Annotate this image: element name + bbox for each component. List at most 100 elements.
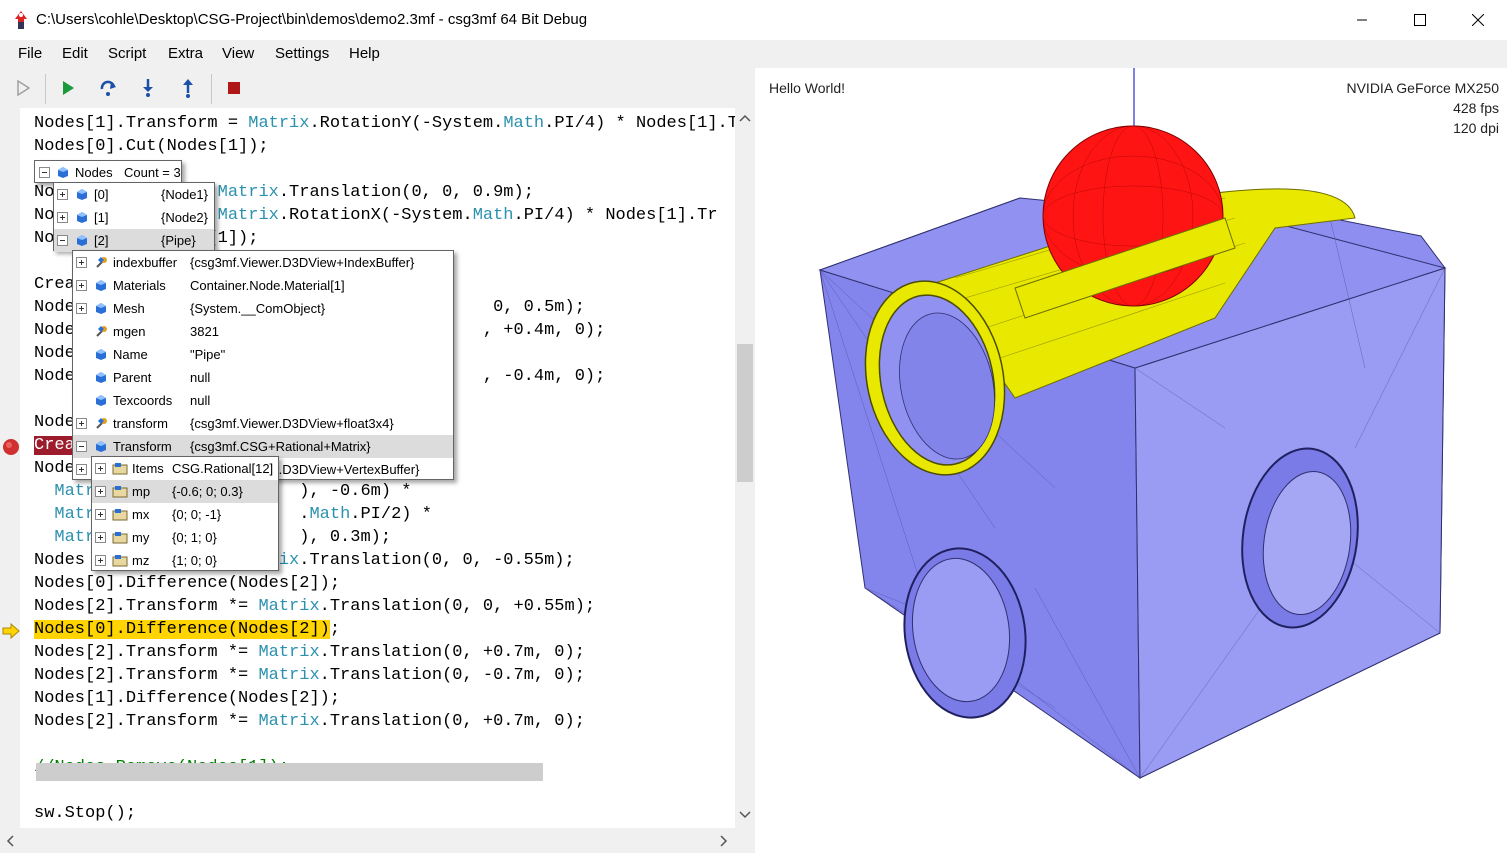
debug-row-node-item[interactable]: [0] {Node1} — [54, 183, 214, 206]
expand-icon[interactable] — [76, 303, 87, 314]
expand-icon[interactable] — [95, 463, 106, 474]
code-token: Math — [309, 505, 351, 524]
expand-icon[interactable] — [57, 189, 68, 200]
field-icon — [112, 532, 128, 544]
code-line[interactable]: Node — [34, 342, 75, 365]
scroll-up-icon[interactable] — [739, 114, 751, 122]
minimize-button[interactable] — [1333, 0, 1391, 40]
debug-tooltip-matrix[interactable]: Items CSG.Rational[12] mp {-0.6; 0; 0.3} mx {… — [91, 456, 279, 571]
debug-row-matrix[interactable]: mz {1; 0; 0} — [92, 549, 278, 572]
debug-name: mgen — [113, 324, 146, 339]
horizontal-scroll-thumb[interactable] — [36, 763, 543, 781]
debug-value: Container.Node.Material[1] — [190, 278, 345, 293]
scroll-right-icon[interactable] — [720, 835, 728, 847]
code-token: .PI/4) * Nodes[1].Tr — [544, 114, 735, 133]
debug-tooltip-nodes[interactable]: Nodes Count = 3 — [34, 160, 182, 183]
debug-row-member[interactable]: Transform {csg3mf.CSG+Rational+Matrix} — [73, 435, 453, 458]
menu-script[interactable]: Script — [108, 45, 146, 62]
menu-view[interactable]: View — [222, 45, 254, 62]
expand-icon[interactable] — [95, 532, 106, 543]
code-line[interactable]: Nodes[1].Transform = Matrix.RotationY(-S… — [34, 112, 735, 135]
viewport-3d[interactable]: Hello World! NVIDIA GeForce MX250 428 fp… — [755, 68, 1507, 853]
expand-icon[interactable] — [76, 257, 87, 268]
step-out-button[interactable] — [177, 77, 199, 99]
field-icon — [112, 463, 128, 475]
collapse-icon[interactable] — [57, 235, 68, 246]
code-line[interactable]: sw.Stop(); — [34, 802, 136, 825]
code-line[interactable]: Node — [34, 411, 75, 434]
debug-row-matrix[interactable]: mx {0; 0; -1} — [92, 503, 278, 526]
debug-tooltip-items[interactable]: [0] {Node1} [1] {Node2} [2] {Pipe} — [53, 182, 215, 252]
code-line[interactable]: Crea — [34, 273, 75, 296]
debug-row-member[interactable]: Name "Pipe" — [73, 343, 453, 366]
code-line[interactable]: Node — [34, 457, 75, 480]
code-line[interactable]: Nodes[0].Cut(Nodes[1]); — [34, 135, 269, 158]
debug-name: [2] — [94, 233, 109, 248]
debug-row-member[interactable]: Mesh {System.__ComObject} — [73, 297, 453, 320]
expand-icon[interactable] — [95, 509, 106, 520]
debug-row-matrix[interactable]: my {0; 1; 0} — [92, 526, 278, 549]
play-disabled-icon — [17, 80, 30, 96]
debug-row-member[interactable]: Parent null — [73, 366, 453, 389]
menu-file[interactable]: File — [18, 45, 42, 62]
run-icon — [63, 81, 74, 95]
step-into-button[interactable] — [137, 77, 159, 99]
debug-row-member[interactable]: mgen 3821 — [73, 320, 453, 343]
maximize-button[interactable] — [1391, 0, 1449, 40]
step-out-icon — [183, 79, 193, 98]
code-line[interactable]: Nodes[2].Transform *= Matrix.Translation… — [34, 664, 585, 687]
menu-extra[interactable]: Extra — [168, 45, 203, 62]
debug-row-node-item[interactable]: [1] {Node2} — [54, 206, 214, 229]
menu-bar: File Edit Script Extra View Settings Hel… — [0, 40, 1507, 68]
code-line[interactable]: Nodes[0].Difference(Nodes[2]); — [34, 618, 340, 641]
close-button[interactable] — [1449, 0, 1507, 40]
menu-edit[interactable]: Edit — [62, 45, 88, 62]
scroll-left-icon[interactable] — [6, 835, 14, 847]
step-over-button[interactable] — [97, 77, 119, 99]
expand-icon[interactable] — [76, 464, 87, 475]
debug-row-matrix[interactable]: Items CSG.Rational[12] — [92, 457, 278, 480]
expand-icon[interactable] — [95, 486, 106, 497]
code-line[interactable]: Nodes[1].Difference(Nodes[2]); — [34, 687, 340, 710]
expand-icon[interactable] — [95, 555, 106, 566]
code-line[interactable]: Nodes[0].Difference(Nodes[2]); — [34, 572, 340, 595]
expand-icon[interactable] — [76, 280, 87, 291]
collapse-icon[interactable] — [76, 441, 87, 452]
debug-row-nodes[interactable]: Nodes Count = 3 — [35, 161, 181, 184]
menu-settings[interactable]: Settings — [275, 45, 329, 62]
expand-icon[interactable] — [76, 418, 87, 429]
run-disabled-button[interactable] — [12, 77, 34, 99]
scene-3d[interactable] — [755, 68, 1507, 853]
code-line[interactable]: Crea — [34, 434, 75, 457]
scroll-down-icon[interactable] — [739, 811, 751, 819]
code-line[interactable]: Nodes[2].Transform *= Matrix.Translation… — [34, 641, 585, 664]
debug-row-node-item[interactable]: [2] {Pipe} — [54, 229, 214, 252]
debug-row-member[interactable]: Texcoords null — [73, 389, 453, 412]
debug-value: Count = 3 — [124, 165, 181, 180]
current-line-arrow-icon — [2, 622, 20, 640]
debug-row-member[interactable]: indexbuffer {csg3mf.Viewer.D3DView+IndexB… — [73, 251, 453, 274]
field-cube-icon — [77, 212, 87, 223]
code-line[interactable]: Nodes[2].Transform *= Matrix.Translation… — [34, 595, 595, 618]
code-line[interactable]: Nodes[2].Transform *= Matrix.Translation… — [34, 710, 585, 733]
debug-row-member[interactable]: transform {csg3mf.Viewer.D3DView+float3x4… — [73, 412, 453, 435]
debug-value: null — [190, 393, 211, 408]
debug-row-matrix[interactable]: mp {-0.6; 0; 0.3} — [92, 480, 278, 503]
debug-tooltip-pipe[interactable]: indexbuffer {csg3mf.Viewer.D3DView+IndexB… — [72, 250, 454, 480]
collapse-icon[interactable] — [39, 167, 50, 178]
breakpoint-icon[interactable] — [2, 438, 20, 456]
run-button[interactable] — [57, 77, 79, 99]
expand-icon[interactable] — [57, 212, 68, 223]
menu-help[interactable]: Help — [349, 45, 380, 62]
field-cube-icon — [58, 167, 68, 178]
code-token: Matrix — [258, 597, 320, 616]
horizontal-scrollbar[interactable] — [0, 828, 755, 853]
stop-button[interactable] — [223, 77, 245, 99]
debug-value: {Node2} — [161, 210, 208, 225]
vertical-scroll-thumb[interactable] — [737, 344, 753, 482]
editor-gutter[interactable] — [0, 108, 20, 828]
code-token: Matrix — [217, 206, 279, 225]
toolbar-separator — [211, 74, 212, 104]
debug-row-member[interactable]: Materials Container.Node.Material[1] — [73, 274, 453, 297]
